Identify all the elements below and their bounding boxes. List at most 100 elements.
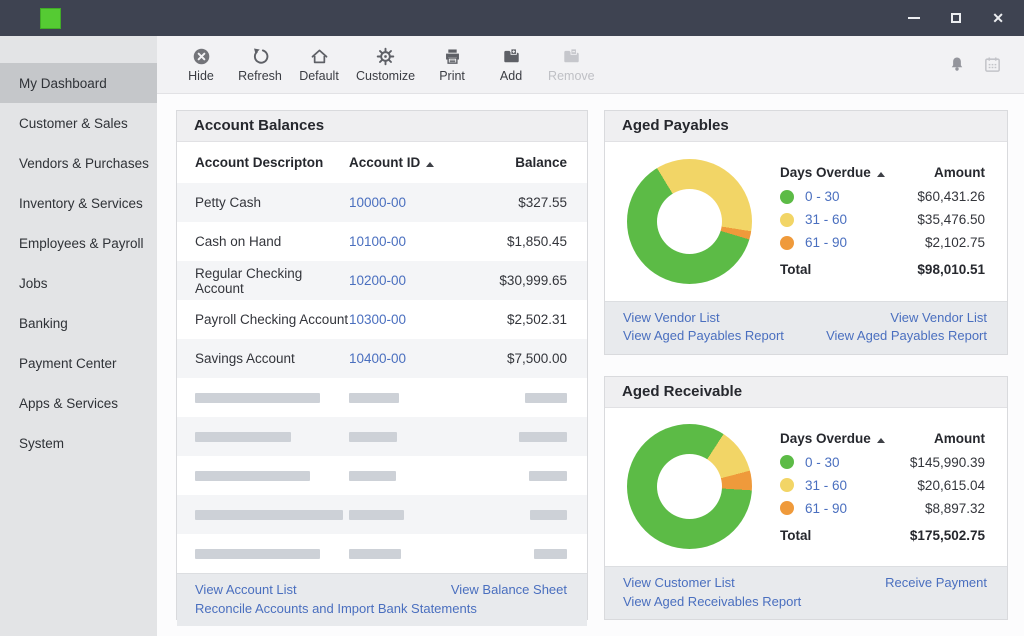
- view-aged-payables-report-link[interactable]: View Aged Payables Report: [623, 327, 784, 346]
- skeleton-bar: [534, 549, 567, 559]
- range-link[interactable]: 31 - 60: [805, 478, 847, 493]
- range-link[interactable]: 31 - 60: [805, 212, 847, 227]
- account-id-link[interactable]: 10400-00: [349, 351, 406, 366]
- column-header-description[interactable]: Account Descripton: [195, 155, 349, 170]
- account-balances-panel: Account Balances Account Descripton Acco…: [176, 110, 588, 620]
- column-header-label: Account ID: [349, 155, 420, 170]
- gear-icon: [376, 47, 395, 67]
- legend-row: 31 - 60 $35,476.50: [780, 212, 985, 227]
- refresh-button[interactable]: Refresh: [238, 47, 282, 83]
- account-id-link[interactable]: 10300-00: [349, 312, 406, 327]
- right-column: Aged Payables Days Overdue Amount 0 - 30: [604, 110, 1008, 620]
- customize-label: Customize: [356, 69, 415, 83]
- sidebar-item-vendors-purchases[interactable]: Vendors & Purchases: [0, 143, 157, 183]
- sidebar-item-label: Employees & Payroll: [19, 236, 144, 251]
- remove-label: Remove: [548, 69, 595, 83]
- default-button[interactable]: Default: [297, 47, 341, 83]
- sidebar-item-customer-sales[interactable]: Customer & Sales: [0, 103, 157, 143]
- view-account-list-link[interactable]: View Account List: [195, 581, 297, 600]
- legend-header-days-overdue[interactable]: Days Overdue: [780, 431, 885, 446]
- remove-button[interactable]: Remove: [548, 47, 595, 83]
- sidebar-item-payment-center[interactable]: Payment Center: [0, 343, 157, 383]
- sidebar-item-label: Customer & Sales: [19, 116, 128, 131]
- range-link[interactable]: 0 - 30: [805, 455, 840, 470]
- view-vendor-list-link[interactable]: View Vendor List: [623, 309, 720, 328]
- table-row: Petty Cash 10000-00 $327.55: [177, 183, 587, 222]
- legend-header-amount[interactable]: Amount: [934, 431, 985, 446]
- notifications-bell-icon[interactable]: [948, 55, 966, 74]
- calendar-icon[interactable]: [983, 55, 1002, 74]
- sidebar-item-my-dashboard[interactable]: My Dashboard: [0, 63, 157, 103]
- reconcile-accounts-link[interactable]: Reconcile Accounts and Import Bank State…: [195, 600, 477, 619]
- column-header-account-id[interactable]: Account ID: [349, 155, 467, 170]
- skeleton-bar: [349, 549, 401, 559]
- default-label: Default: [299, 69, 339, 83]
- account-balance: $2,502.31: [467, 312, 567, 327]
- aged-payables-legend: Days Overdue Amount 0 - 30 $60,431.26 31…: [780, 165, 985, 277]
- account-id-link[interactable]: 10000-00: [349, 195, 406, 210]
- close-button[interactable]: ✕: [992, 11, 1004, 25]
- view-balance-sheet-link[interactable]: View Balance Sheet: [451, 581, 567, 600]
- skeleton-bar: [195, 510, 343, 520]
- legend-dot-yellow: [780, 213, 794, 227]
- sidebar-item-inventory-services[interactable]: Inventory & Services: [0, 183, 157, 223]
- sidebar-item-apps-services[interactable]: Apps & Services: [0, 383, 157, 423]
- total-label: Total: [780, 262, 811, 277]
- sidebar-item-jobs[interactable]: Jobs: [0, 263, 157, 303]
- account-description: Savings Account: [195, 351, 349, 366]
- print-button[interactable]: Print: [430, 47, 474, 83]
- skeleton-bar: [349, 432, 397, 442]
- table-row: Savings Account 10400-00 $7,500.00: [177, 339, 587, 378]
- print-label: Print: [439, 69, 465, 83]
- sidebar-item-label: Banking: [19, 316, 68, 331]
- add-label: Add: [500, 69, 522, 83]
- skeleton-bar: [195, 432, 291, 442]
- total-amount: $98,010.51: [917, 262, 985, 277]
- sidebar-item-employees-payroll[interactable]: Employees & Payroll: [0, 223, 157, 263]
- legend-header-days-overdue[interactable]: Days Overdue: [780, 165, 885, 180]
- aged-receivable-panel: Aged Receivable Days Overdue Amount 0 - …: [604, 376, 1008, 621]
- folder-minus-icon: [562, 47, 581, 67]
- sidebar-item-label: My Dashboard: [19, 76, 107, 91]
- panel-title: Account Balances: [177, 111, 587, 142]
- add-button[interactable]: Add: [489, 47, 533, 83]
- sidebar-item-banking[interactable]: Banking: [0, 303, 157, 343]
- aged-payables-donut-chart[interactable]: [627, 159, 752, 284]
- hide-button[interactable]: Hide: [179, 47, 223, 83]
- view-aged-receivables-report-link[interactable]: View Aged Receivables Report: [623, 593, 801, 612]
- column-header-balance[interactable]: Balance: [467, 155, 567, 170]
- aged-receivable-donut-chart[interactable]: [627, 424, 752, 549]
- account-description: Payroll Checking Account: [195, 312, 349, 327]
- view-vendor-list-link[interactable]: View Vendor List: [890, 309, 987, 328]
- maximize-button[interactable]: [951, 13, 961, 23]
- sort-ascending-icon: [877, 438, 885, 443]
- minimize-button[interactable]: [908, 17, 920, 19]
- account-balance: $7,500.00: [467, 351, 567, 366]
- range-link[interactable]: 61 - 90: [805, 501, 847, 516]
- legend-row: 0 - 30 $60,431.26: [780, 189, 985, 204]
- panel-title: Aged Receivable: [605, 377, 1007, 408]
- skeleton-bar: [195, 549, 320, 559]
- receive-payment-link[interactable]: Receive Payment: [885, 574, 987, 593]
- minimize-icon: [908, 17, 920, 19]
- legend-dot-green: [780, 190, 794, 204]
- view-customer-list-link[interactable]: View Customer List: [623, 574, 735, 593]
- legend-total-row: Total $175,502.75: [780, 528, 985, 543]
- range-link[interactable]: 0 - 30: [805, 189, 840, 204]
- range-link[interactable]: 61 - 90: [805, 235, 847, 250]
- maximize-icon: [951, 13, 961, 23]
- legend-amount: $20,615.04: [917, 478, 985, 493]
- account-id-link[interactable]: 10100-00: [349, 234, 406, 249]
- account-balance: $327.55: [467, 195, 567, 210]
- legend-header-amount[interactable]: Amount: [934, 165, 985, 180]
- sidebar-item-label: Vendors & Purchases: [19, 156, 149, 171]
- customize-button[interactable]: Customize: [356, 47, 415, 83]
- dashboard-content: Account Balances Account Descripton Acco…: [157, 94, 1024, 636]
- view-aged-payables-report-link[interactable]: View Aged Payables Report: [826, 327, 987, 346]
- skeleton-bar: [349, 510, 404, 520]
- sidebar-item-system[interactable]: System: [0, 423, 157, 463]
- account-id-link[interactable]: 10200-00: [349, 273, 406, 288]
- account-balance: $1,850.45: [467, 234, 567, 249]
- refresh-label: Refresh: [238, 69, 282, 83]
- table-row: Payroll Checking Account 10300-00 $2,502…: [177, 300, 587, 339]
